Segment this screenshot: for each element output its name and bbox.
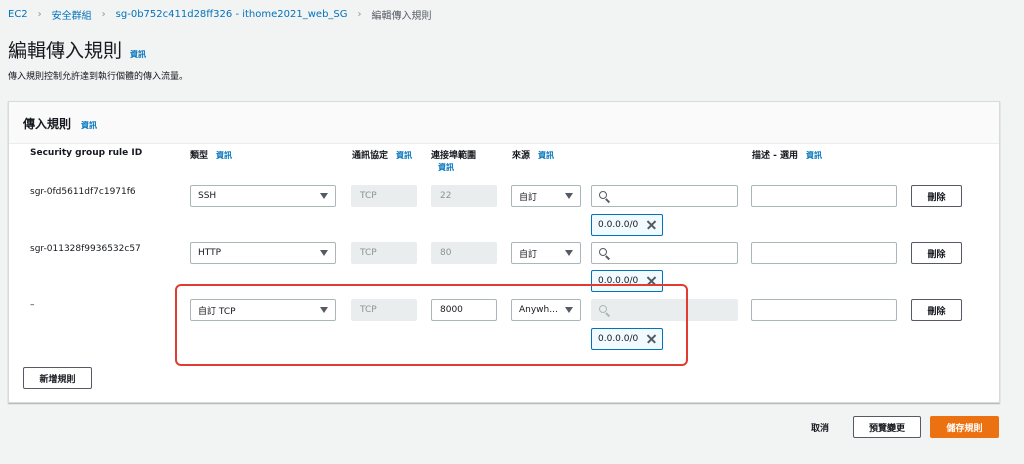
col-rule-id: Security group rule ID (30, 148, 143, 158)
preview-changes-button[interactable]: 預覽變更 (853, 416, 921, 438)
col-protocol: 通訊協定 資訊 (352, 148, 412, 161)
col-port-info[interactable]: 資訊 (438, 162, 454, 173)
description-input[interactable] (751, 299, 897, 321)
breadcrumb-current: 編輯傳入規則 (371, 11, 432, 22)
panel-header: 傳入規則 資訊 (9, 102, 999, 144)
panel-info-link[interactable]: 資訊 (81, 120, 97, 131)
chevron-right-icon: › (101, 9, 106, 20)
delete-button[interactable]: 刪除 (911, 299, 962, 321)
type-value: HTTP (198, 248, 222, 258)
cancel-button[interactable]: 取消 (800, 416, 840, 438)
cidr-token: 0.0.0.0/0 (591, 214, 664, 236)
caret-down-icon (320, 250, 328, 256)
col-source-label: 來源 (512, 151, 531, 161)
col-source: 來源 資訊 (512, 148, 554, 161)
search-icon (599, 247, 611, 260)
caret-down-icon (320, 193, 328, 199)
port-field: 22 (431, 185, 497, 207)
col-type: 類型 資訊 (190, 148, 232, 161)
page-title: 編輯傳入規則 (8, 40, 123, 62)
type-select[interactable]: HTTP (190, 242, 336, 264)
col-type-label: 類型 (190, 151, 209, 161)
col-source-info[interactable]: 資訊 (538, 151, 554, 160)
source-value: 自訂 (519, 192, 538, 203)
panel-title-row: 傳入規則 資訊 (23, 115, 97, 132)
rule-id: sgr-011328f9936532c57 (30, 244, 141, 254)
page-info-link[interactable]: 資訊 (130, 49, 146, 60)
chevron-right-icon: › (37, 9, 42, 20)
col-description: 描述 - 選用 資訊 (752, 148, 822, 161)
port-field: 80 (431, 242, 497, 264)
cidr-token-label: 0.0.0.0/0 (598, 220, 639, 230)
page-description: 傳入規則控制允許達到執行個體的傳入流量。 (8, 72, 189, 82)
close-icon[interactable] (646, 220, 656, 230)
caret-down-icon (565, 193, 573, 199)
description-input[interactable] (751, 242, 897, 264)
rule-id: sgr-0fd5611df7c1971f6 (30, 187, 136, 197)
save-rules-button[interactable]: 儲存規則 (930, 416, 999, 438)
type-value: SSH (198, 191, 217, 201)
col-protocol-info[interactable]: 資訊 (396, 151, 412, 160)
protocol-field: TCP (351, 185, 417, 207)
col-description-info[interactable]: 資訊 (806, 151, 822, 160)
chevron-right-icon: › (357, 9, 362, 20)
cidr-search-input[interactable] (591, 242, 738, 264)
protocol-field: TCP (351, 242, 417, 264)
cidr-search-input[interactable] (591, 185, 738, 207)
breadcrumb-security-groups[interactable]: 安全群組 (52, 7, 92, 22)
breadcrumb-ec2[interactable]: EC2 (8, 9, 28, 20)
description-input[interactable] (751, 185, 897, 207)
source-select[interactable]: 自訂 (511, 242, 581, 264)
page-title-row: 編輯傳入規則 資訊 (8, 36, 146, 63)
col-protocol-label: 通訊協定 (352, 151, 389, 161)
delete-button[interactable]: 刪除 (911, 242, 962, 264)
search-icon (599, 190, 611, 203)
panel-title: 傳入規則 (23, 117, 72, 131)
col-type-info[interactable]: 資訊 (216, 151, 232, 160)
highlight-annotation (175, 284, 688, 366)
breadcrumb: EC2 › 安全群組 › sg-0b752c411d28ff326 - itho… (8, 7, 432, 22)
caret-down-icon (565, 250, 573, 256)
rule-id: – (30, 300, 35, 310)
col-description-label: 描述 - 選用 (752, 151, 799, 161)
delete-button[interactable]: 刪除 (911, 185, 962, 207)
type-select[interactable]: SSH (190, 185, 336, 207)
source-value: 自訂 (519, 249, 538, 260)
col-port-range: 連接埠範圍 (431, 151, 477, 161)
source-select[interactable]: 自訂 (511, 185, 581, 207)
add-rule-button[interactable]: 新增規則 (23, 367, 92, 389)
breadcrumb-security-group[interactable]: sg-0b752c411d28ff326 - ithome2021_web_SG (116, 9, 348, 20)
